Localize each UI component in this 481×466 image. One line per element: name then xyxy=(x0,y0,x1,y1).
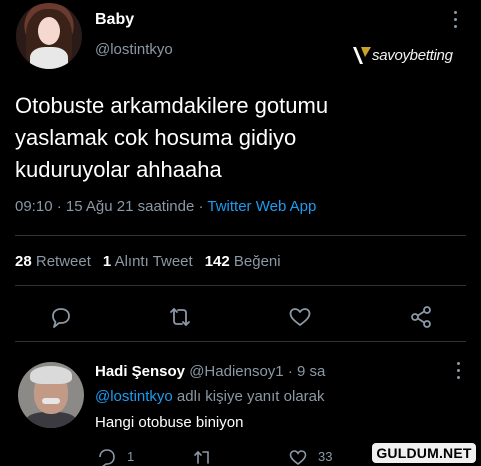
reply-to-suffix: adlı kişiye yanıt olarak xyxy=(172,388,325,405)
quotes-stat[interactable]: 1 Alıntı Tweet xyxy=(103,253,193,270)
reply-retweet-button[interactable] xyxy=(192,447,214,466)
reply-reply-button[interactable]: 1 xyxy=(97,447,134,466)
reply-icon xyxy=(99,449,115,466)
reply-text: Hangi otobuse biniyon xyxy=(95,414,244,431)
tweet-timestamp[interactable]: 09:10 · 15 Ağu 21 saatinde · xyxy=(15,198,207,215)
more-options-icon[interactable] xyxy=(450,11,460,33)
divider xyxy=(15,341,466,342)
retweet-icon[interactable] xyxy=(166,303,194,331)
savoybetting-text: savoybetting xyxy=(372,46,453,64)
tweet-actions xyxy=(0,303,481,333)
reply-reply-count: 1 xyxy=(127,449,135,464)
like-icon xyxy=(289,450,307,466)
author-avatar[interactable] xyxy=(16,3,82,69)
reply-mention[interactable]: @lostintkyo xyxy=(95,388,173,405)
reply-author-handle[interactable]: @Hadiensoy1 xyxy=(189,363,283,380)
like-label: Beğeni xyxy=(233,253,281,270)
reply-header: Hadi Şensoy @Hadiensoy1 · 9 sa xyxy=(95,363,325,380)
author-name[interactable]: Baby xyxy=(95,11,134,29)
tweet-meta: 09:10 · 15 Ağu 21 saatinde · Twitter Web… xyxy=(15,198,316,215)
share-icon[interactable] xyxy=(407,303,435,331)
retweet-icon xyxy=(194,450,209,464)
like-count: 142 xyxy=(204,253,230,270)
reply-author-name[interactable]: Hadi Şensoy xyxy=(95,363,185,380)
tweet-text: Otobuste arkamdakilere gotumu yaslamak c… xyxy=(15,93,329,182)
retweets-stat[interactable]: 28 Retweet xyxy=(15,253,91,270)
reply-more-options-icon[interactable] xyxy=(453,362,463,382)
likes-stat[interactable]: 142 Beğeni xyxy=(205,253,281,270)
reply-author-avatar[interactable] xyxy=(18,362,84,428)
guldum-watermark: GULDUM.NET xyxy=(372,443,476,463)
reply-like-button[interactable]: 33 xyxy=(288,447,332,466)
reply-like-count: 33 xyxy=(318,449,333,464)
retweet-label: Retweet xyxy=(35,253,91,270)
quote-label: Alıntı Tweet xyxy=(114,253,193,270)
divider xyxy=(15,235,466,236)
replying-to: @lostintkyo adlı kişiye yanıt olarak xyxy=(95,388,325,405)
quote-count: 1 xyxy=(102,253,112,270)
tweet-source[interactable]: Twitter Web App xyxy=(207,198,316,215)
savoybetting-watermark: savoybetting xyxy=(352,44,476,66)
like-icon[interactable] xyxy=(286,303,314,331)
reply-time[interactable]: · 9 sa xyxy=(284,363,326,380)
savoy-v-logo-icon xyxy=(352,44,372,66)
reply-actions: 1 33 xyxy=(95,447,395,466)
retweet-count: 28 xyxy=(15,253,32,270)
tweet-stats: 28 Retweet 1 Alıntı Tweet 142 Beğeni xyxy=(15,253,281,270)
divider xyxy=(15,285,466,286)
reply-icon[interactable] xyxy=(47,303,75,331)
author-handle[interactable]: @lostintkyo xyxy=(95,41,173,58)
